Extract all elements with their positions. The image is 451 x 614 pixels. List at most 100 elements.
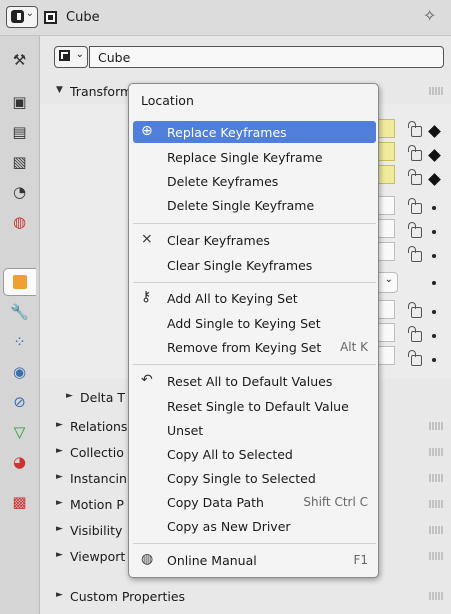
material-icon: ◕ xyxy=(12,453,27,471)
tab-view-layer[interactable]: ▧ xyxy=(3,148,36,176)
editor-type-button[interactable]: ⌄ xyxy=(6,6,38,28)
menu-item-label: Reset All to Default Values xyxy=(167,374,333,389)
drag-grip-icon[interactable] xyxy=(429,592,443,600)
pin-icon[interactable]: ✧ xyxy=(423,6,436,25)
object-tab-icon xyxy=(13,275,27,289)
menu-item-add-single-keying-set[interactable]: Add Single to Keying Set xyxy=(133,312,376,334)
drag-grip-icon[interactable] xyxy=(429,500,443,508)
tab-constraints[interactable]: ⊘ xyxy=(3,388,36,416)
menu-item-label: Clear Single Keyframes xyxy=(167,258,313,273)
keyframe-dot-icon[interactable] xyxy=(432,230,436,234)
lock-icon[interactable] xyxy=(408,326,422,342)
menu-item-label: Delete Single Keyframe xyxy=(167,198,315,213)
menu-item-copy-all-selected[interactable]: Copy All to Selected xyxy=(133,443,376,465)
menu-item-reset-single-default[interactable]: Reset Single to Default Value xyxy=(133,395,376,417)
tab-particles[interactable]: ⁘ xyxy=(3,328,36,356)
menu-separator xyxy=(133,543,376,544)
menu-item-remove-keying-set[interactable]: Remove from Keying Set Alt K xyxy=(133,336,376,358)
drag-grip-icon[interactable] xyxy=(429,474,443,482)
menu-item-shortcut: F1 xyxy=(353,553,368,567)
menu-item-replace-single-keyframe[interactable]: Replace Single Keyframe xyxy=(133,146,376,168)
view-layer-icon: ▧ xyxy=(12,153,27,171)
lock-icon[interactable] xyxy=(408,169,422,185)
tab-material[interactable]: ◕ xyxy=(3,448,36,476)
keyframe-dot-icon[interactable] xyxy=(432,254,436,258)
lock-icon[interactable] xyxy=(408,222,422,238)
lock-icon[interactable] xyxy=(408,198,422,214)
tab-scene[interactable]: ◔ xyxy=(3,178,36,206)
menu-item-shortcut: Alt K xyxy=(340,340,368,354)
chevron-down-icon: ⌄ xyxy=(25,8,34,19)
keying-set-icon: ⚷ xyxy=(141,289,152,305)
menu-item-label: Copy Data Path xyxy=(167,495,264,510)
tab-render[interactable]: ▣ xyxy=(3,88,36,116)
drag-grip-icon[interactable] xyxy=(429,526,443,534)
tab-output[interactable]: ▤ xyxy=(3,118,36,146)
physics-icon: ◉ xyxy=(12,363,27,381)
lock-icon[interactable] xyxy=(408,302,422,318)
tab-texture[interactable]: ▩ xyxy=(3,488,36,516)
tab-object[interactable] xyxy=(3,268,36,296)
menu-item-copy-as-new-driver[interactable]: Copy as New Driver xyxy=(133,515,376,537)
keyframe-dot-icon[interactable] xyxy=(432,281,436,285)
object-name-field[interactable]: Cube xyxy=(89,46,444,68)
menu-item-unset[interactable]: Unset xyxy=(133,419,376,441)
wrench-icon: 🔧 xyxy=(10,303,29,321)
panel-label: Custom Properties xyxy=(70,589,186,604)
lock-icon[interactable] xyxy=(408,350,422,366)
menu-item-copy-single-selected[interactable]: Copy Single to Selected xyxy=(133,467,376,489)
drag-grip-icon[interactable] xyxy=(429,552,443,560)
menu-item-reset-all-default[interactable]: ↶ Reset All to Default Values xyxy=(133,370,376,392)
keyframe-dot-icon[interactable] xyxy=(432,334,436,338)
menu-title: Location xyxy=(141,93,194,108)
chevron-down-icon: ⌄ xyxy=(384,274,393,285)
lock-icon[interactable] xyxy=(408,246,422,262)
header-title: Cube xyxy=(66,10,100,25)
drag-grip-icon[interactable] xyxy=(429,87,443,95)
render-icon: ▣ xyxy=(12,93,27,111)
menu-item-label: Delete Keyframes xyxy=(167,174,279,189)
scene-icon: ◔ xyxy=(12,183,27,201)
collapsed-arrow-icon: ► xyxy=(56,590,63,600)
keyframe-dot-icon[interactable] xyxy=(432,206,436,210)
constraints-icon: ⊘ xyxy=(13,393,26,411)
drag-grip-icon[interactable] xyxy=(429,422,443,430)
panel-label: Instancin xyxy=(70,471,127,486)
tool-icon: ⚒ xyxy=(12,51,27,69)
menu-item-clear-single-keyframes[interactable]: Clear Single Keyframes xyxy=(133,254,376,276)
lock-icon[interactable] xyxy=(408,145,422,161)
keyframe-icon[interactable] xyxy=(428,173,441,186)
menu-item-replace-keyframes[interactable]: ⊕ Replace Keyframes xyxy=(133,121,376,143)
tab-tool[interactable]: ⚒ xyxy=(3,46,36,74)
keyframe-dot-icon[interactable] xyxy=(432,358,436,362)
keyframe-dot-icon[interactable] xyxy=(432,310,436,314)
menu-item-label: Unset xyxy=(167,423,204,438)
menu-item-shortcut: Shift Ctrl C xyxy=(303,495,368,509)
drag-grip-icon[interactable] xyxy=(429,448,443,456)
panel-label: Transform xyxy=(70,84,133,99)
object-name-bar: ⌄ Cube xyxy=(40,36,451,74)
reset-icon: ↶ xyxy=(141,372,153,388)
tab-physics[interactable]: ◉ xyxy=(3,358,36,386)
menu-item-add-all-keying-set[interactable]: ⚷ Add All to Keying Set xyxy=(133,287,376,309)
menu-item-online-manual[interactable]: ◍ Online Manual F1 xyxy=(133,549,376,571)
menu-item-delete-single-keyframe[interactable]: Delete Single Keyframe xyxy=(133,194,376,216)
menu-item-delete-keyframes[interactable]: Delete Keyframes xyxy=(133,170,376,192)
panel-label: Visibility xyxy=(70,523,123,538)
tab-modifiers[interactable]: 🔧 xyxy=(3,298,36,326)
lock-icon[interactable] xyxy=(408,121,422,137)
panel-label: Delta T xyxy=(80,390,125,405)
menu-item-label: Replace Single Keyframe xyxy=(167,150,323,165)
object-selector[interactable]: ⌄ xyxy=(54,46,88,68)
menu-item-clear-keyframes[interactable]: ⨯ Clear Keyframes xyxy=(133,229,376,251)
mesh-data-icon: ▽ xyxy=(13,423,26,441)
keyframe-icon[interactable] xyxy=(428,125,441,138)
menu-item-label: Copy as New Driver xyxy=(167,519,291,534)
tab-world[interactable]: ◍ xyxy=(3,208,36,236)
tab-data[interactable]: ▽ xyxy=(3,418,36,446)
properties-editor-icon xyxy=(11,10,24,23)
panel-custom-properties[interactable]: ► Custom Properties xyxy=(40,585,451,608)
collapsed-arrow-icon: ► xyxy=(56,472,63,482)
menu-item-copy-data-path[interactable]: Copy Data Path Shift Ctrl C xyxy=(133,491,376,513)
keyframe-icon[interactable] xyxy=(428,149,441,162)
